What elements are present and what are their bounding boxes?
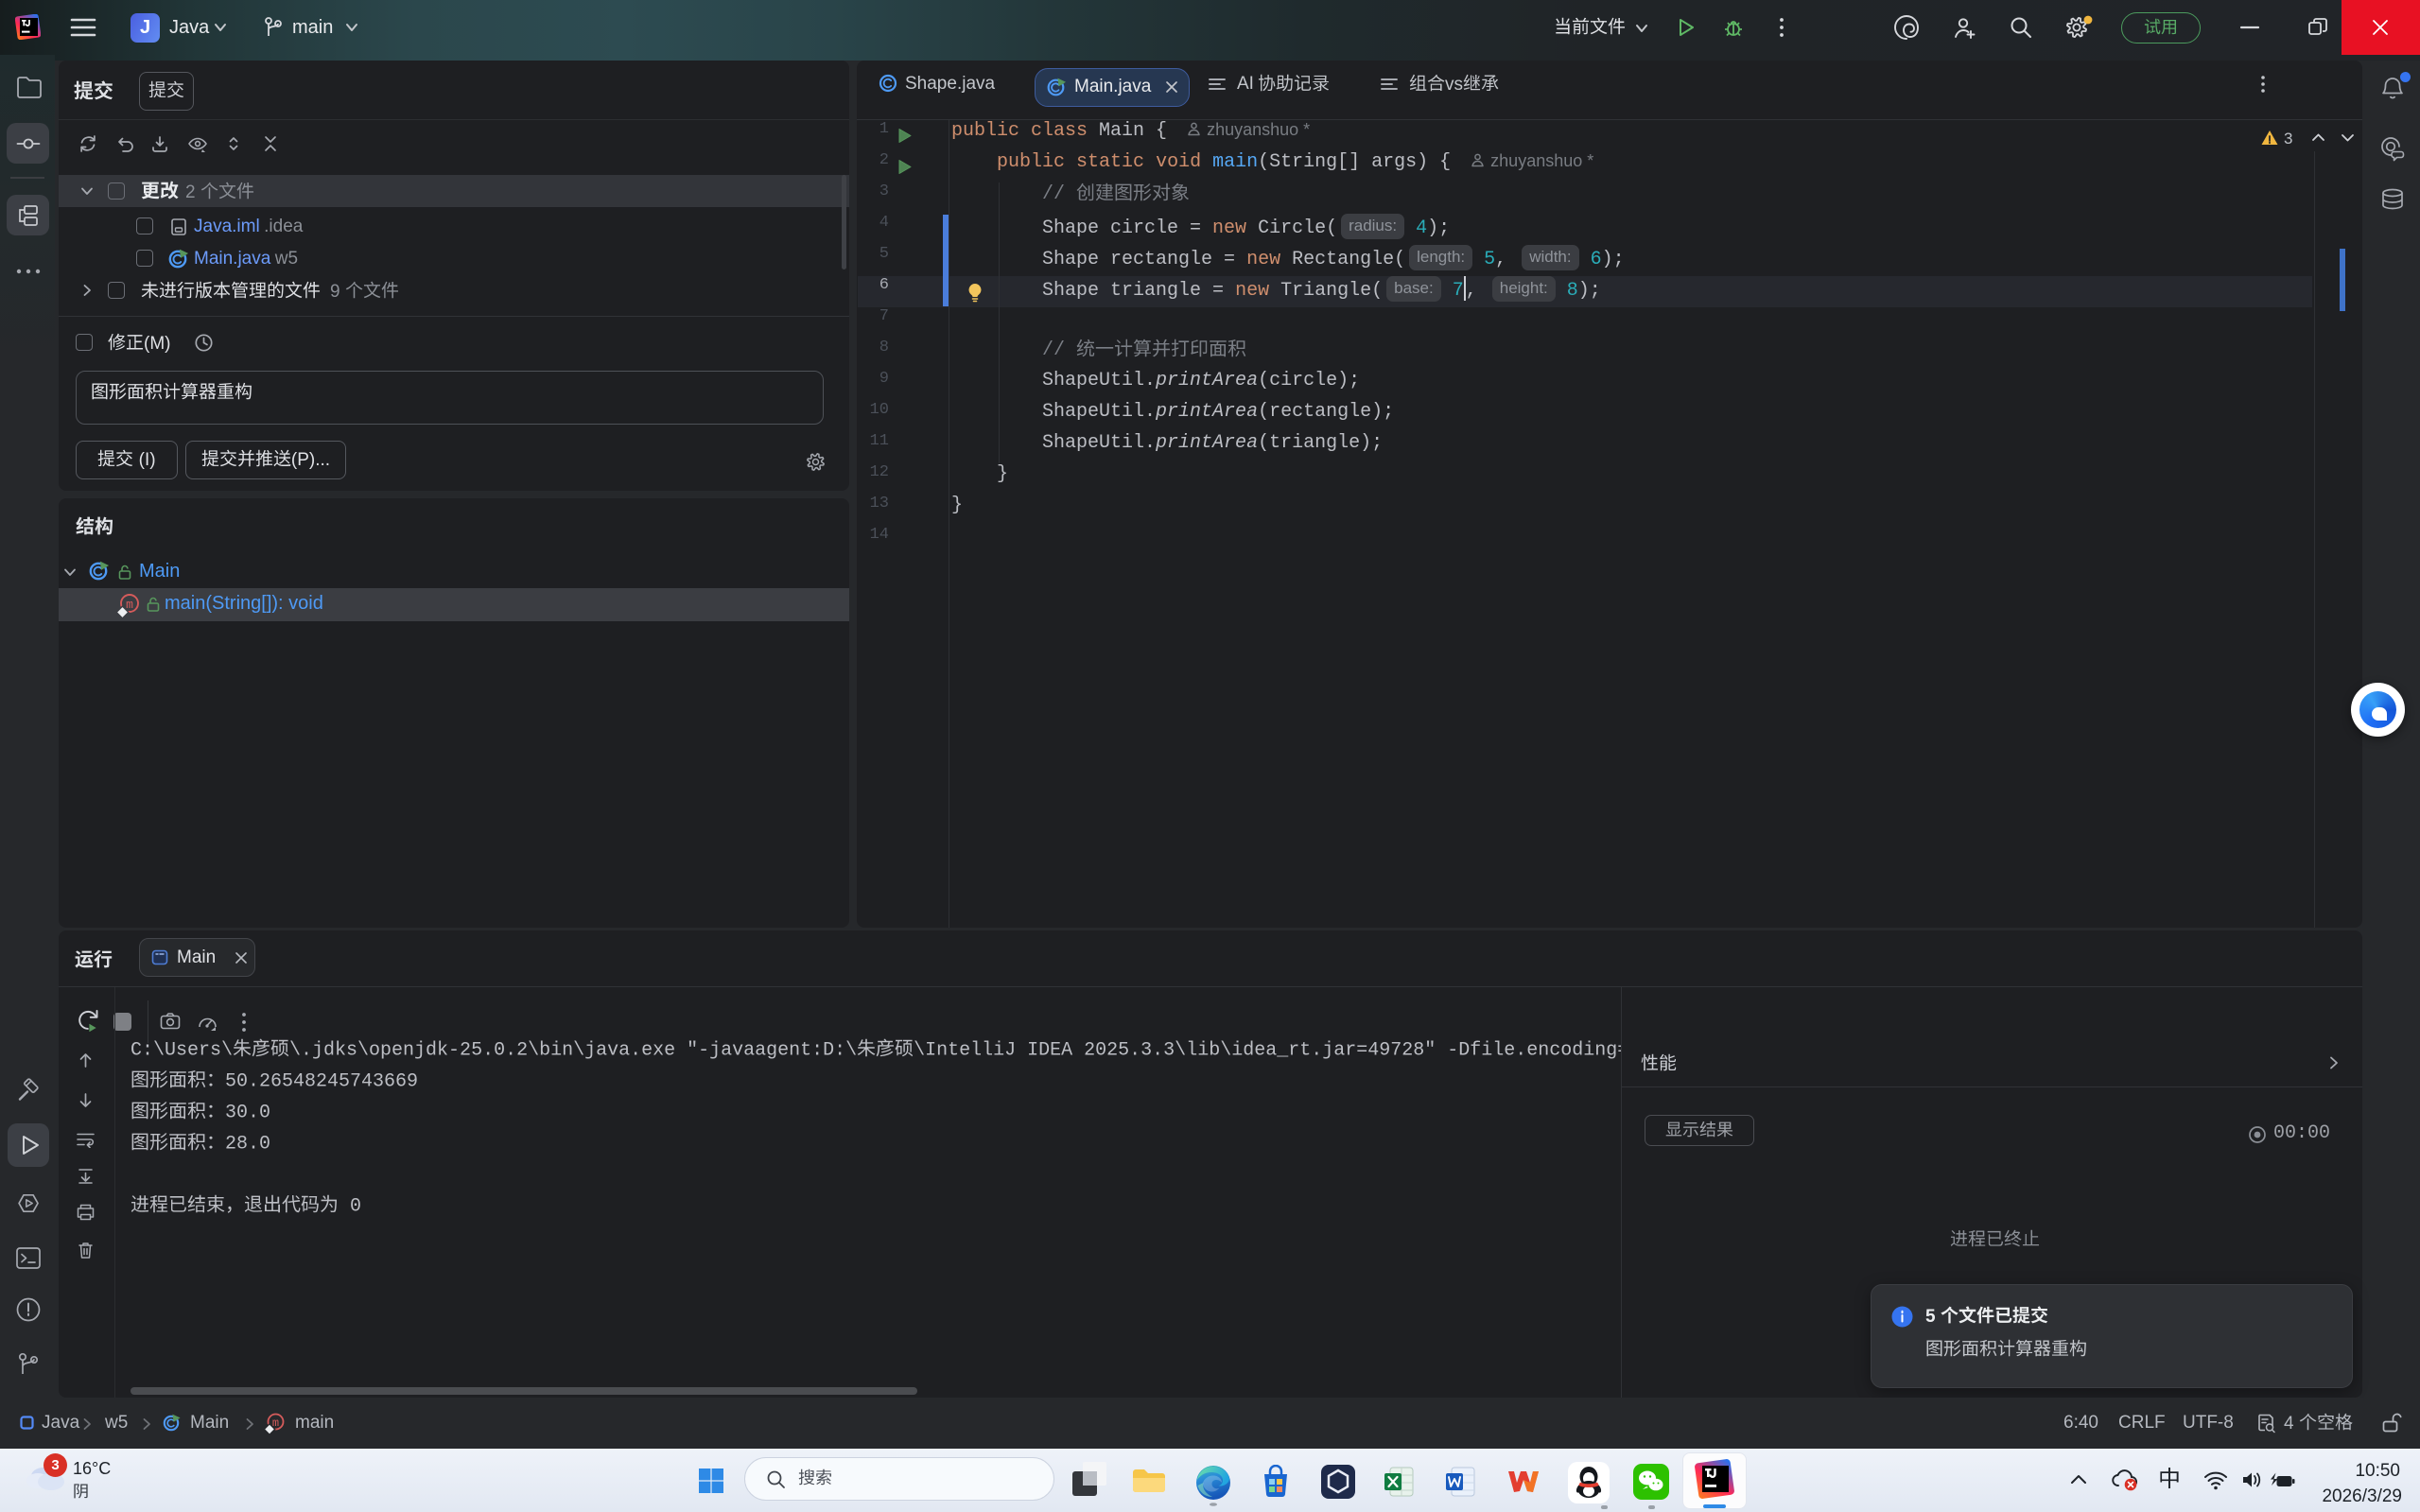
svg-text:m: m — [126, 598, 133, 612]
